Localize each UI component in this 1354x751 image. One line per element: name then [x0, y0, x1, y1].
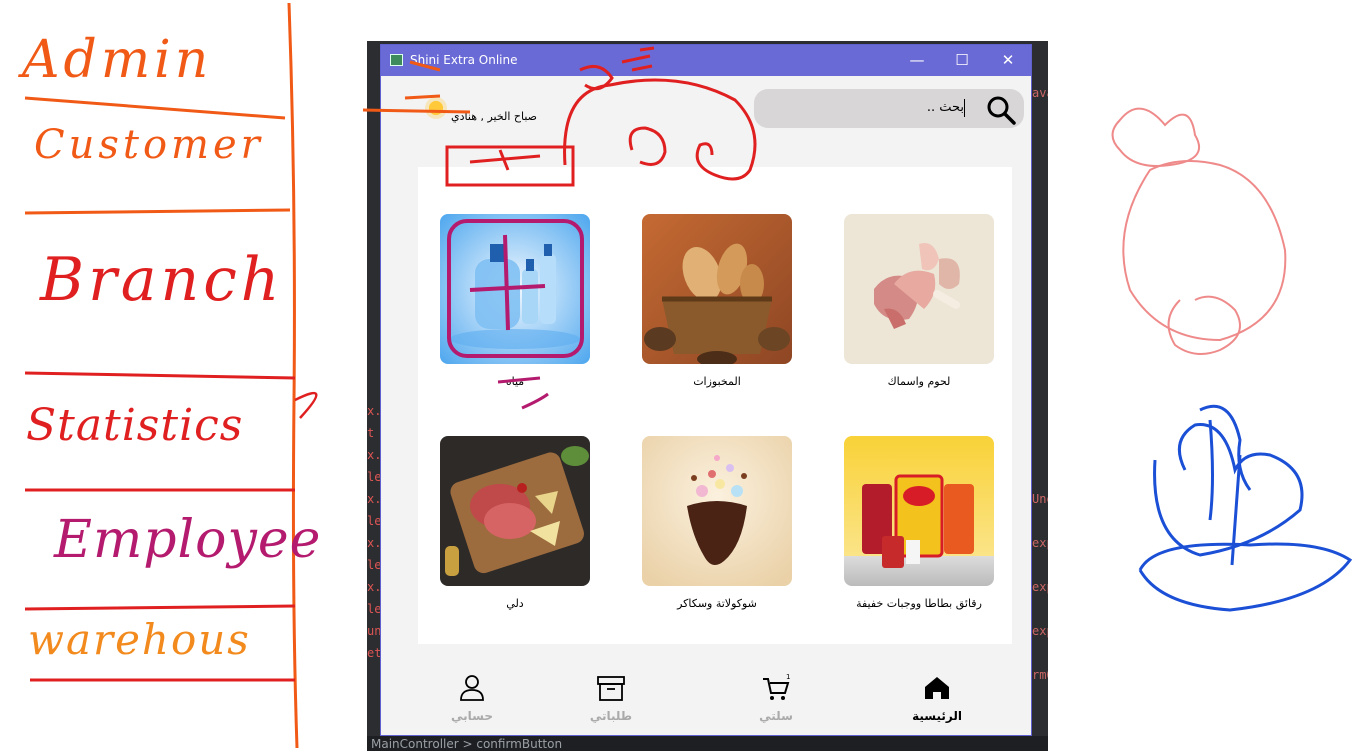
annotation-customer: Customer [34, 122, 264, 168]
category-grid: لحوم واسماك المخبوزات مياه رقائق بطاطا و… [418, 167, 1012, 644]
annotation-statistics: Statistics [26, 400, 244, 451]
ide-text: x. [367, 492, 381, 506]
category-card-chocolate[interactable]: شوكولاتة وسكاكر [642, 436, 792, 610]
ide-text: le [367, 558, 381, 572]
category-label: لحوم واسماك [887, 375, 951, 388]
bottom-tab-bar: الرئيسية 1 سلتي طلباتي حسابي [381, 661, 1031, 735]
ide-text: exp [1032, 580, 1048, 594]
tab-home[interactable]: الرئيسية [897, 673, 977, 723]
tab-label: طلباتي [589, 709, 633, 723]
meat-image [844, 214, 994, 364]
ide-text: Une [1032, 492, 1048, 506]
ide-text: x. [367, 536, 381, 550]
category-label: شوكولاتة وسكاكر [677, 597, 757, 610]
category-card-deli[interactable]: دلي [440, 436, 590, 610]
search-input[interactable]: بحث .. [754, 89, 1024, 128]
archive-box-icon [597, 676, 625, 701]
category-label: دلي [506, 597, 524, 610]
annotation-employee: Employee [54, 510, 322, 570]
tab-orders[interactable]: طلباتي [571, 673, 651, 723]
tab-cart[interactable]: 1 سلتي [736, 673, 816, 723]
search-icon[interactable] [986, 95, 1016, 125]
tab-label: الرئيسية [912, 709, 962, 723]
annotation-warehouse: warehous [28, 615, 251, 664]
ide-text: ava [1032, 86, 1048, 100]
home-icon [925, 677, 949, 699]
ide-text: t [367, 426, 375, 440]
ide-text: exp [1032, 536, 1048, 550]
search-placeholder: بحث .. [926, 100, 964, 115]
user-icon [460, 675, 484, 701]
ide-text: et [367, 646, 381, 660]
maximize-icon[interactable]: ☐ [947, 51, 977, 71]
ide-breadcrumb: MainController > confirmButton [371, 737, 563, 751]
tab-label: سلتي [759, 709, 793, 723]
deli-image [440, 436, 590, 586]
ide-left-gutter: x. t x. le x. le x. le x. le un et [367, 400, 381, 700]
category-label: مياه [505, 375, 525, 388]
ide-text: le [367, 602, 381, 616]
ide-text: le [367, 470, 381, 484]
ide-text: x. [367, 580, 381, 594]
category-card-water[interactable]: مياه [440, 214, 590, 388]
ide-status-bar: MainController > confirmButton [367, 736, 1048, 751]
title-bar[interactable]: Shini Extra Online — ☐ ✕ [381, 45, 1031, 76]
annotation-admin: Admin [22, 30, 213, 90]
minimize-icon[interactable]: — [902, 51, 932, 71]
ide-text: x. [367, 404, 381, 418]
cart-icon: 1 [763, 673, 790, 700]
greeting-text: صباح الخير , هنادي [451, 110, 537, 123]
app-icon [390, 54, 403, 66]
ide-text: exp [1032, 624, 1048, 638]
chocolate-image [642, 436, 792, 586]
tab-account[interactable]: حسابي [432, 673, 512, 723]
ide-text: x. [367, 448, 381, 462]
ide-right-gutter: ava Une exp exp exp rmO [1032, 80, 1048, 700]
ide-text: rmO [1032, 668, 1048, 682]
ide-text: le [367, 514, 381, 528]
category-card-bakery[interactable]: المخبوزات [642, 214, 792, 388]
category-card-snacks[interactable]: رقائق بطاطا ووجبات خفيفة [844, 436, 994, 610]
tab-label: حسابي [450, 709, 493, 723]
water-image [440, 214, 590, 364]
category-label: رقائق بطاطا ووجبات خفيفة [856, 597, 982, 610]
text-caret [964, 99, 965, 117]
sun-icon [425, 97, 447, 119]
annotation-branch: Branch [40, 245, 284, 315]
snacks-image [844, 436, 994, 586]
window-title: Shini Extra Online [410, 53, 518, 67]
category-card-meat[interactable]: لحوم واسماك [844, 214, 994, 388]
ide-text: un [367, 624, 381, 638]
app-window: Shini Extra Online — ☐ ✕ صباح الخير , هن… [380, 44, 1032, 736]
svg-text:1: 1 [786, 673, 790, 681]
close-icon[interactable]: ✕ [993, 51, 1023, 71]
bakery-image [642, 214, 792, 364]
category-label: المخبوزات [693, 375, 741, 388]
